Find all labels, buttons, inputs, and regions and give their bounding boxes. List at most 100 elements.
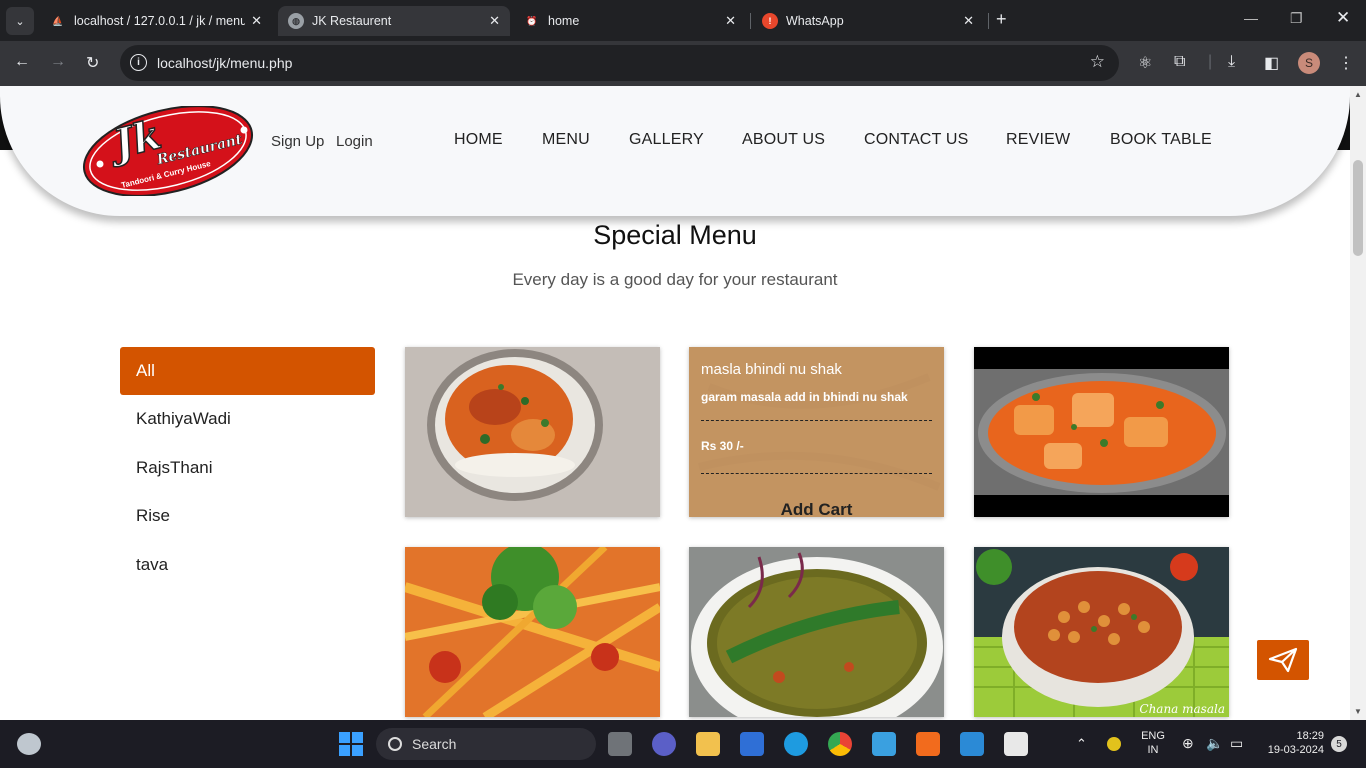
nav-book-table[interactable]: BOOK TABLE — [1110, 131, 1212, 149]
scroll-up-icon[interactable]: ▲ — [1354, 90, 1362, 99]
menu-card[interactable] — [405, 547, 660, 717]
store-icon[interactable] — [740, 732, 764, 756]
page-viewport: Jk Restaurant Tandoori & Curry House Sig… — [0, 86, 1350, 720]
dish-price: Rs 30 /- — [701, 421, 932, 474]
chrome-icon[interactable] — [828, 732, 852, 756]
menu-card-hover[interactable]: masla bhindi nu shak garam masala add in… — [689, 347, 944, 517]
taskbar-search[interactable]: Search — [376, 728, 596, 760]
nav-contact-us[interactable]: CONTACT US — [864, 131, 969, 149]
side-panel-icon[interactable]: ◧ — [1264, 53, 1279, 73]
forward-icon[interactable]: → — [50, 53, 66, 71]
tray-overflow-icon[interactable]: ⌃ — [1076, 736, 1087, 752]
tab-title: home — [548, 14, 580, 28]
dish-image — [974, 547, 1229, 717]
alarm-icon: ⏰ — [526, 15, 538, 26]
close-tab-icon[interactable]: ✕ — [725, 13, 736, 29]
scroll-thumb[interactable] — [1353, 160, 1363, 256]
meet-chat-icon[interactable] — [652, 732, 676, 756]
volume-icon[interactable]: 🔈 — [1206, 735, 1223, 752]
edge-icon[interactable] — [784, 732, 808, 756]
clock-date: 19-03-2024 — [1267, 744, 1324, 756]
menu-card[interactable] — [689, 547, 944, 717]
xampp-icon[interactable] — [916, 732, 940, 756]
tab-home[interactable]: ⏰ home ✕ — [514, 6, 746, 36]
tab-title: JK Restaurent — [312, 14, 392, 28]
tab-strip: ⌄ ⛵ localhost / 127.0.0.1 / jk / menu ✕ … — [0, 0, 1366, 41]
download-icon[interactable]: ⤓ — [1228, 53, 1235, 71]
close-tab-icon[interactable]: ✕ — [963, 13, 974, 29]
close-tab-icon[interactable]: ✕ — [489, 13, 500, 29]
category-all[interactable]: All — [120, 347, 375, 395]
close-tab-icon[interactable]: ✕ — [251, 13, 262, 29]
file-explorer-icon[interactable] — [696, 732, 720, 756]
taskbar-search-label: Search — [412, 736, 457, 752]
tab-jk-restaurent[interactable]: ◍ JK Restaurent ✕ — [278, 6, 510, 36]
start-icon[interactable] — [339, 732, 363, 756]
tab-search-button[interactable]: ⌄ — [6, 7, 34, 35]
browser-toolbar: ← → ↻ i localhost/jk/menu.php ☆ ⚛ ⧉ | ⤓ … — [0, 41, 1366, 86]
signup-link[interactable]: Sign Up — [271, 133, 324, 150]
phpmyadmin-icon: ⛵ — [52, 15, 64, 26]
input-language[interactable]: ENG IN — [1138, 730, 1168, 756]
dish-image — [405, 347, 660, 517]
minimize-icon[interactable]: — — [1244, 10, 1258, 26]
site-header: Jk Restaurant Tandoori & Curry House Sig… — [0, 86, 1350, 216]
menu-card[interactable]: Chana masala — [974, 547, 1229, 717]
new-tab-button[interactable]: + — [996, 9, 1007, 30]
bookmark-star-icon[interactable]: ☆ — [1090, 52, 1105, 72]
network-icon[interactable]: ⊕ — [1182, 735, 1194, 752]
menu-card[interactable] — [405, 347, 660, 517]
paper-plane-icon — [1268, 647, 1298, 673]
weather-icon[interactable] — [17, 733, 41, 755]
nav-home[interactable]: HOME — [454, 131, 503, 149]
dish-image — [405, 547, 660, 717]
toolbar-divider: | — [1208, 53, 1213, 70]
notification-badge[interactable]: 5 — [1331, 736, 1347, 752]
extension-atom-icon[interactable]: ⚛ — [1138, 53, 1152, 73]
add-cart-button[interactable]: Add Cart — [689, 500, 944, 517]
clock[interactable]: 18:29 19-03-2024 — [1258, 730, 1324, 756]
login-link[interactable]: Login — [336, 133, 373, 150]
tab-separator — [988, 13, 989, 29]
snipping-tool-icon[interactable] — [1004, 732, 1028, 756]
nav-review[interactable]: REVIEW — [1006, 131, 1070, 149]
notepad-icon[interactable] — [872, 732, 896, 756]
address-bar[interactable]: i localhost/jk/menu.php ☆ — [120, 45, 1119, 81]
category-kathiyawadi[interactable]: KathiyaWadi — [120, 395, 375, 443]
nav-menu[interactable]: MENU — [542, 131, 590, 149]
category-rise[interactable]: Rise — [120, 492, 375, 540]
tab-whatsapp[interactable]: ! WhatsApp ✕ — [752, 6, 984, 36]
tray-app-icon[interactable] — [1107, 737, 1121, 751]
task-view-icon[interactable] — [608, 732, 632, 756]
battery-icon[interactable]: ▭ — [1230, 735, 1243, 752]
back-icon[interactable]: ← — [14, 53, 30, 71]
page-scrollbar[interactable]: ▲ ▼ — [1350, 86, 1366, 720]
category-rajsthani[interactable]: RajsThani — [120, 444, 375, 492]
url-text[interactable]: localhost/jk/menu.php — [157, 55, 292, 71]
search-icon — [388, 737, 402, 751]
scroll-down-icon[interactable]: ▼ — [1354, 707, 1362, 716]
dish-image — [974, 347, 1229, 517]
dish-description: garam masala add in bhindi nu shak — [701, 390, 932, 421]
tab-phpmyadmin[interactable]: ⛵ localhost / 127.0.0.1 / jk / menu ✕ — [40, 6, 272, 36]
image-watermark: Chana masala — [1139, 702, 1225, 716]
reload-icon[interactable]: ↻ — [86, 53, 99, 73]
site-info-icon[interactable]: i — [130, 54, 147, 71]
close-window-icon[interactable]: ✕ — [1336, 8, 1350, 28]
category-tava[interactable]: tava — [120, 541, 375, 589]
browser-menu-icon[interactable]: ⋮ — [1338, 53, 1354, 73]
dish-image — [689, 547, 944, 717]
nav-about-us[interactable]: ABOUT US — [742, 131, 825, 149]
profile-avatar[interactable]: S — [1298, 52, 1320, 74]
section-subtitle: Every day is a good day for your restaur… — [512, 270, 838, 289]
site-logo[interactable]: Jk Restaurant Tandoori & Curry House — [80, 105, 256, 197]
extensions-puzzle-icon[interactable]: ⧉ — [1174, 53, 1185, 71]
tab-title: localhost / 127.0.0.1 / jk / menu — [74, 14, 246, 28]
send-message-button[interactable] — [1257, 640, 1309, 680]
nav-gallery[interactable]: GALLERY — [629, 131, 704, 149]
dish-name: masla bhindi nu shak — [701, 361, 842, 378]
menu-card[interactable] — [974, 347, 1229, 517]
restore-icon[interactable]: ❐ — [1290, 10, 1303, 27]
tab-title: WhatsApp — [786, 14, 844, 28]
vscode-icon[interactable] — [960, 732, 984, 756]
